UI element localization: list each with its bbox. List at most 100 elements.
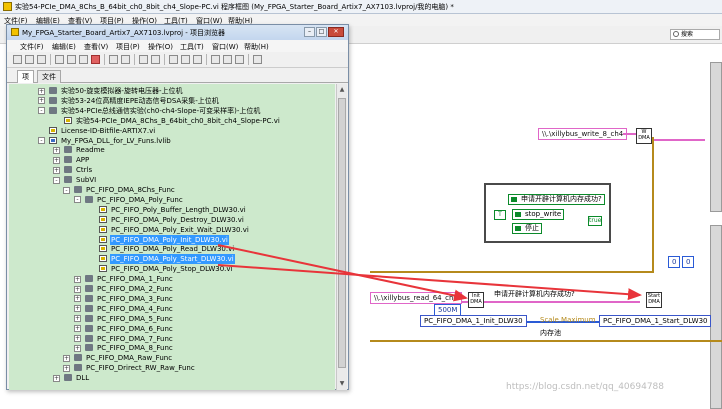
project-explorer-title-bar[interactable]: My_FPGA_Starter_Board_Artix7_AX7103.lvpr… bbox=[7, 25, 348, 40]
pe-menu-edit[interactable]: 编辑(E) bbox=[52, 42, 76, 52]
collapse-icon[interactable]: - bbox=[74, 196, 81, 204]
tree-item-label: My_FPGA_DLL_for_LV_Funs.lvlib bbox=[61, 136, 171, 145]
paste-icon[interactable] bbox=[79, 55, 88, 64]
tab-files[interactable]: 文件 bbox=[37, 70, 61, 83]
project-tree[interactable]: + 实验50-旋变模拟器-旋转电压器-上位机 + 实验53-24位高精度IEPE动态信… bbox=[9, 84, 335, 390]
folder-icon bbox=[64, 156, 72, 164]
read-path-constant[interactable]: \\.\xillybus_read_64_ch0 bbox=[370, 292, 462, 304]
save-all-icon[interactable] bbox=[37, 55, 46, 64]
numeric-wire[interactable] bbox=[652, 137, 654, 273]
expand-icon[interactable]: + bbox=[53, 166, 60, 174]
find-icon[interactable] bbox=[211, 55, 220, 64]
expand-icon[interactable]: + bbox=[74, 275, 81, 283]
collapse-all-icon[interactable] bbox=[181, 55, 190, 64]
zero-constant-b[interactable]: 0 bbox=[682, 256, 695, 268]
expand-icon[interactable]: + bbox=[38, 97, 45, 105]
expand-icon[interactable]: + bbox=[74, 295, 81, 303]
tree-item-label: PC_FIFO_DMA_8_Func bbox=[97, 344, 173, 353]
expand-icon[interactable]: + bbox=[63, 364, 70, 372]
vertical-scrollbar[interactable]: ▲ ▼ bbox=[336, 84, 347, 390]
tree-item-label: Ctrls bbox=[76, 166, 93, 175]
filter-icon[interactable] bbox=[151, 55, 160, 64]
collapse-icon[interactable]: - bbox=[38, 137, 45, 144]
tree-item-label: PC_FIFO_DMA_4_Func bbox=[97, 304, 173, 313]
stop-local[interactable]: 停止 bbox=[512, 223, 542, 234]
undo-icon[interactable] bbox=[223, 55, 232, 64]
toolbar-divider bbox=[248, 54, 249, 65]
scale-maximum-property[interactable]: Scale.Maximum bbox=[540, 316, 596, 324]
expand-icon[interactable]: + bbox=[74, 344, 81, 352]
vi-icon bbox=[99, 255, 107, 263]
folder-icon bbox=[85, 275, 93, 283]
new-file-icon[interactable] bbox=[13, 55, 22, 64]
scroll-up-icon[interactable]: ▲ bbox=[338, 85, 346, 94]
expand-icon[interactable]: + bbox=[74, 305, 81, 313]
deploy-icon[interactable] bbox=[121, 55, 130, 64]
open-icon[interactable] bbox=[25, 55, 34, 64]
start-dlw30-enum[interactable]: PC_FIFO_DMA_1_Start_DLW30 bbox=[599, 315, 712, 327]
expand-all-icon[interactable] bbox=[169, 55, 178, 64]
collapse-icon[interactable]: - bbox=[38, 107, 45, 115]
maximize-button[interactable]: □ bbox=[316, 27, 327, 37]
expand-icon[interactable]: + bbox=[63, 354, 70, 362]
true-small-constant[interactable]: true bbox=[588, 216, 602, 226]
vi-icon bbox=[99, 245, 107, 253]
numeric-wire[interactable] bbox=[370, 271, 654, 273]
expand-icon[interactable]: + bbox=[74, 315, 81, 323]
scroll-down-icon[interactable]: ▼ bbox=[338, 379, 346, 388]
redo-icon[interactable] bbox=[235, 55, 244, 64]
init-dma-vi-node[interactable]: Init DMA bbox=[468, 292, 484, 308]
project-explorer-menubar: 文件(F) 编辑(E) 查看(V) 项目(P) 操作(O) 工具(T) 窗口(W… bbox=[7, 40, 348, 52]
expand-icon[interactable]: + bbox=[53, 156, 60, 164]
minimize-button[interactable]: – bbox=[304, 27, 315, 37]
refresh-icon[interactable] bbox=[193, 55, 202, 64]
cut-icon[interactable] bbox=[55, 55, 64, 64]
zero-constant-a[interactable]: 0 bbox=[668, 256, 681, 268]
tree-item-label: 实验50-旋变模拟器-旋转电压器-上位机 bbox=[61, 87, 183, 95]
write-dma-vi-node[interactable]: W DMA bbox=[636, 128, 652, 144]
close-button[interactable]: ✕ bbox=[328, 27, 344, 37]
vi-icon bbox=[99, 265, 107, 273]
tab-items[interactable]: 项 bbox=[17, 70, 34, 83]
pe-menu-operate[interactable]: 操作(O) bbox=[148, 42, 173, 52]
scrollbar-thumb[interactable] bbox=[338, 98, 346, 368]
tree-item-label: PC_FIFO_DMA_Poly_Init_DLW30.vi bbox=[110, 234, 229, 245]
partial-loop-frame-lower bbox=[710, 225, 722, 409]
project-explorer-title: My_FPGA_Starter_Board_Artix7_AX7103.lvpr… bbox=[22, 29, 226, 37]
string-wire[interactable] bbox=[623, 133, 637, 135]
true-constant[interactable]: T bbox=[494, 210, 506, 220]
init-dlw30-enum[interactable]: PC_FIFO_DMA_1_Init_DLW30 bbox=[420, 315, 527, 327]
build-icon[interactable] bbox=[109, 55, 118, 64]
memory-ok-indicator[interactable]: 申请开辟计算机内存成功? bbox=[508, 194, 605, 205]
expand-icon[interactable]: + bbox=[53, 374, 60, 382]
pe-menu-view[interactable]: 查看(V) bbox=[84, 42, 108, 52]
delete-icon[interactable] bbox=[91, 55, 100, 64]
copy-icon[interactable] bbox=[67, 55, 76, 64]
string-wire[interactable] bbox=[645, 139, 705, 141]
start-dma-vi-node[interactable]: Start DMA bbox=[646, 292, 662, 308]
pe-menu-tools[interactable]: 工具(T) bbox=[180, 42, 204, 52]
view-icon[interactable] bbox=[139, 55, 148, 64]
expand-icon[interactable]: + bbox=[74, 285, 81, 293]
tree-item-label: PC_FIFO_DMA_Poly_Exit_Wait_DLW30.vi bbox=[111, 225, 249, 234]
folder-icon bbox=[85, 344, 93, 352]
expand-icon[interactable]: + bbox=[53, 146, 60, 154]
collapse-icon[interactable]: - bbox=[63, 186, 70, 194]
pe-menu-window[interactable]: 窗口(W) bbox=[212, 42, 238, 52]
pe-menu-file[interactable]: 文件(F) bbox=[20, 42, 44, 52]
stop-write-local[interactable]: stop_write bbox=[512, 209, 565, 220]
expand-icon[interactable]: + bbox=[38, 87, 45, 95]
tree-item-label: License-ID-Bitfile-ARTIX7.vi bbox=[61, 126, 156, 135]
expand-icon[interactable]: + bbox=[74, 325, 81, 333]
folder-icon bbox=[64, 374, 72, 382]
search-input[interactable]: 搜索 bbox=[670, 29, 720, 40]
pe-menu-help[interactable]: 帮助(H) bbox=[244, 42, 269, 52]
expand-icon[interactable]: + bbox=[74, 335, 81, 342]
pe-menu-project[interactable]: 项目(P) bbox=[116, 42, 140, 52]
memory-ok-label: 申请开辟计算机内存成功? bbox=[494, 290, 575, 298]
tree-item-label: DLL bbox=[76, 374, 90, 383]
help-icon[interactable] bbox=[253, 55, 262, 64]
numeric-wire[interactable] bbox=[370, 340, 722, 342]
collapse-icon[interactable]: - bbox=[53, 176, 60, 184]
write-path-constant[interactable]: \\.\xillybus_write_8_ch4 bbox=[538, 128, 628, 140]
